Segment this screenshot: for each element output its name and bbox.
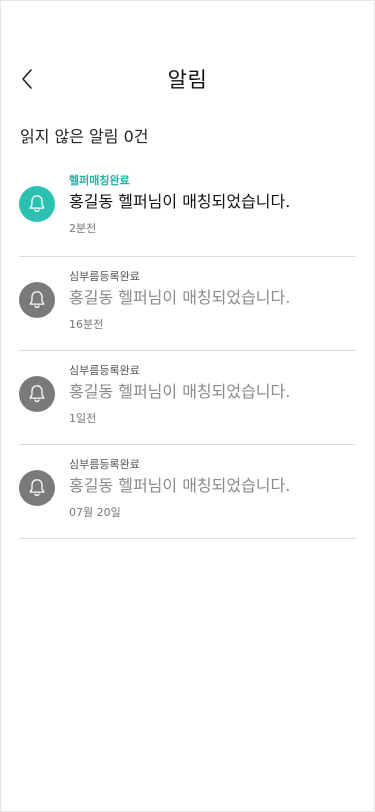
- chevron-left-icon: [22, 69, 32, 89]
- bell-icon: [19, 470, 55, 506]
- notification-category: 헬퍼매칭완료: [69, 174, 130, 187]
- notification-time: 1일전: [69, 412, 97, 425]
- notification-category: 심부름등록완료: [69, 458, 140, 471]
- notification-category: 심부름등록완료: [69, 364, 140, 377]
- header: 알림: [1, 49, 374, 109]
- notification-time: 2분전: [69, 222, 97, 235]
- back-button[interactable]: [13, 61, 41, 97]
- notifications-screen: 알림 읽지 않은 알림 0건 헬퍼매칭완료 홍길동 헬퍼님이 매칭되었습니다. …: [0, 0, 375, 812]
- unread-summary: 읽지 않은 알림 0건: [20, 127, 149, 146]
- notification-item[interactable]: 심부름등록완료 홍길동 헬퍼님이 매칭되었습니다. 1일전: [19, 351, 356, 445]
- notification-message: 홍길동 헬퍼님이 매칭되었습니다.: [69, 476, 291, 495]
- notification-time: 16분전: [69, 318, 104, 331]
- bell-icon: [19, 186, 55, 222]
- page-title: 알림: [167, 68, 208, 92]
- notification-item[interactable]: 헬퍼매칭완료 홍길동 헬퍼님이 매칭되었습니다. 2분전: [19, 163, 356, 257]
- notification-list: 헬퍼매칭완료 홍길동 헬퍼님이 매칭되었습니다. 2분전 심부름등록완료 홍길동…: [19, 163, 356, 539]
- notification-message: 홍길동 헬퍼님이 매칭되었습니다.: [69, 288, 291, 307]
- notification-item[interactable]: 심부름등록완료 홍길동 헬퍼님이 매칭되었습니다. 16분전: [19, 257, 356, 351]
- notification-category: 심부름등록완료: [69, 270, 140, 283]
- bell-icon: [19, 282, 55, 318]
- notification-message: 홍길동 헬퍼님이 매칭되었습니다.: [69, 382, 291, 401]
- bell-icon: [19, 376, 55, 412]
- notification-time: 07월 20일: [69, 506, 121, 519]
- notification-message: 홍길동 헬퍼님이 매칭되었습니다.: [69, 192, 291, 211]
- notification-item[interactable]: 심부름등록완료 홍길동 헬퍼님이 매칭되었습니다. 07월 20일: [19, 445, 356, 539]
